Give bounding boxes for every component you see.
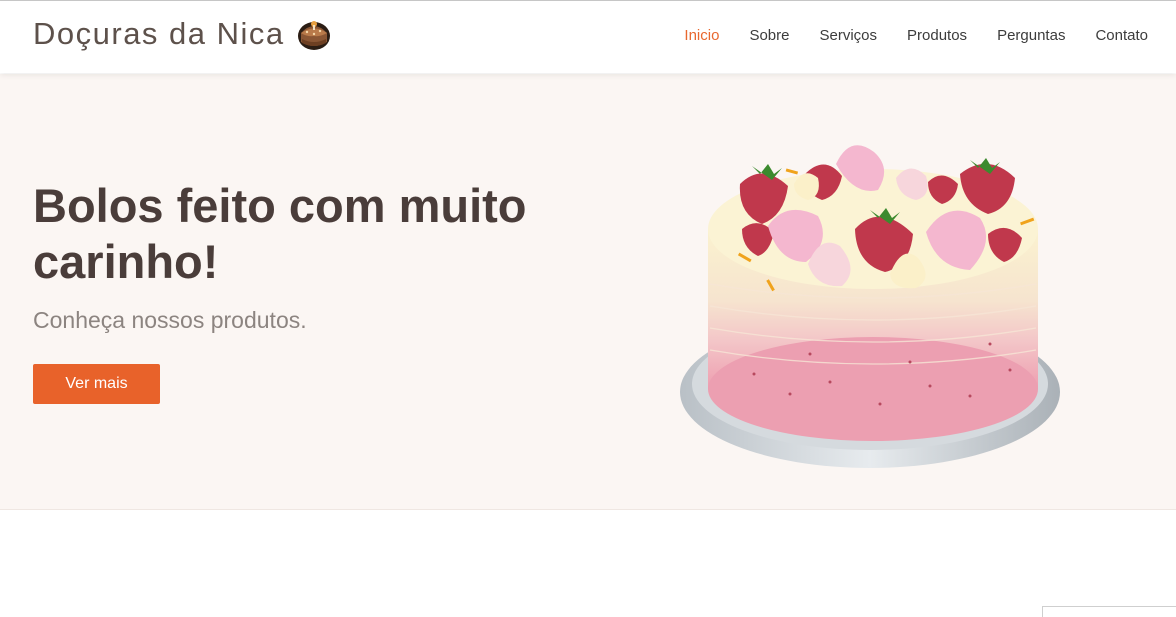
cake-icon <box>297 21 330 50</box>
brand-logo[interactable]: Doçuras da Nica <box>33 15 333 53</box>
hero-section: Bolos feito com muito carinho! Conheça n… <box>0 74 1176 510</box>
nav-link-inicio[interactable]: Inicio <box>684 27 719 44</box>
nav-link-produtos[interactable]: Produtos <box>907 27 967 44</box>
brand-name: Doçuras da Nica <box>33 16 285 51</box>
hero-subtitle: Conheça nossos produtos. <box>33 307 307 333</box>
site-header: Doçuras da Nica Inicio Sobre Serviços Pr… <box>0 1 1176 73</box>
ver-mais-button[interactable]: Ver mais <box>33 364 160 404</box>
main-nav: Inicio Sobre Serviços Produtos Perguntas… <box>684 27 1148 44</box>
bottom-corner-widget <box>1042 606 1176 617</box>
nav-link-contato[interactable]: Contato <box>1095 27 1148 44</box>
nav-link-servicos[interactable]: Serviços <box>819 27 877 44</box>
hero-title: Bolos feito com muito carinho! <box>33 179 527 288</box>
cake-image <box>680 145 1060 468</box>
nav-link-sobre[interactable]: Sobre <box>749 27 789 44</box>
nav-link-perguntas[interactable]: Perguntas <box>997 27 1065 44</box>
